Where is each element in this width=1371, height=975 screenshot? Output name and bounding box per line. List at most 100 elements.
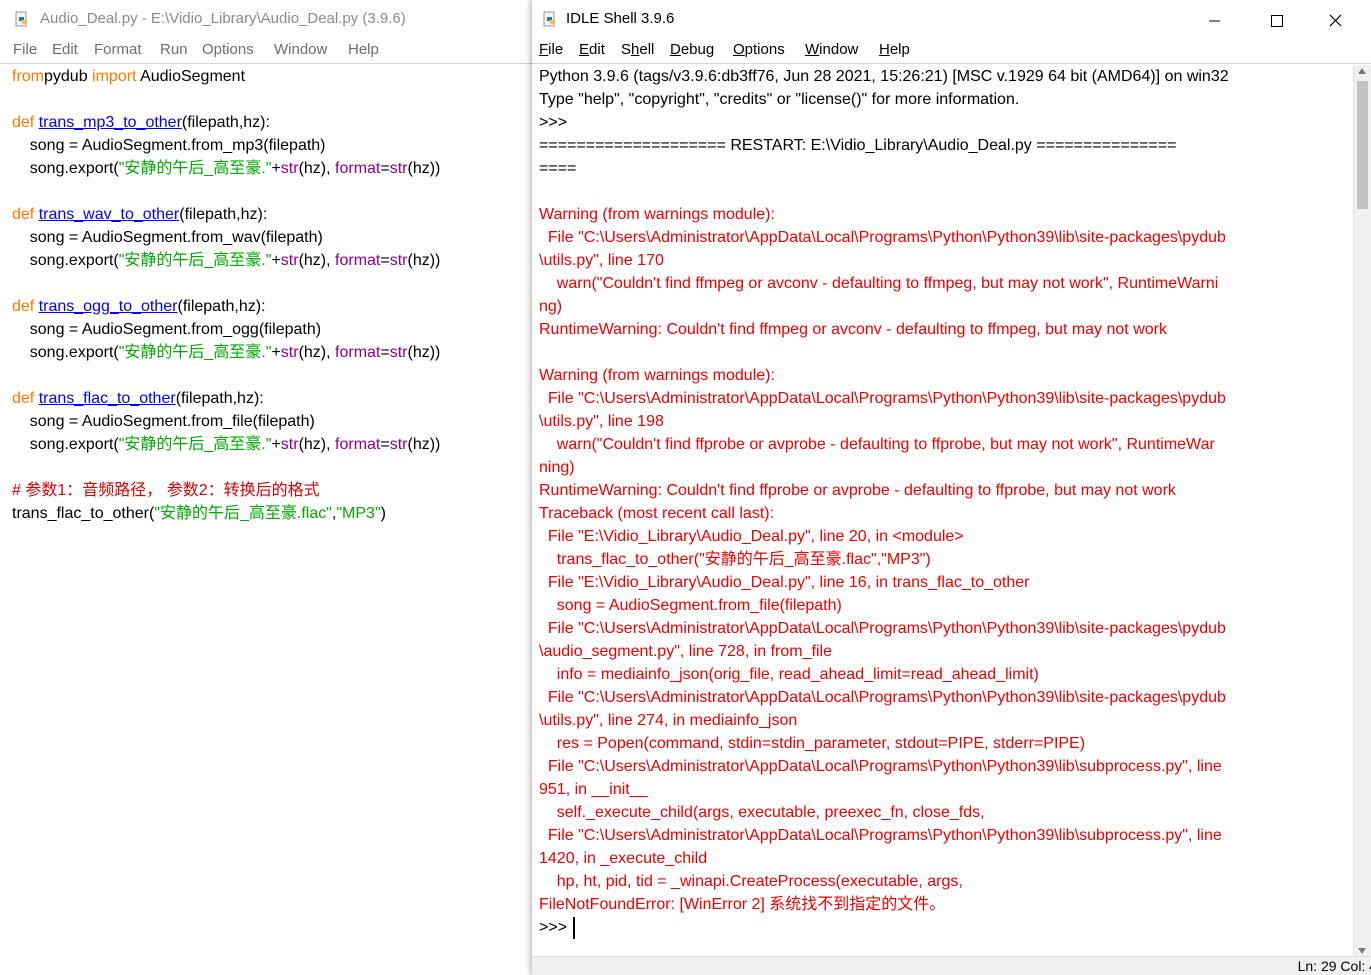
shell-output-area[interactable]: Python 3.9.6 (tags/v3.9.6:db3ff76, Jun 2… — [532, 65, 1353, 975]
editor-window: Audio_Deal.py - E:\Vidio_Library\Audio_D… — [0, 0, 533, 975]
code-token: (hz)) — [407, 436, 441, 453]
editor-menu-edit[interactable]: Edit — [52, 41, 78, 58]
code-token: format — [335, 160, 381, 177]
error-line: Warning (from warnings module): — [539, 367, 775, 384]
shell-menu-separator — [532, 63, 1371, 64]
code-token: (hz)) — [407, 252, 441, 269]
shell-titlebar[interactable]: IDLE Shell 3.9.6 — [532, 0, 1371, 40]
error-line: res = Popen(command, stdin=stdin_paramet… — [539, 735, 1086, 752]
code-token: trans_wav_to_other — [38, 206, 180, 223]
code-token: = — [380, 436, 390, 453]
code-token: def — [12, 298, 35, 315]
shell-menu-window[interactable]: Window — [805, 41, 858, 58]
editor-menubar: File Edit Format Run Options Window Help — [0, 40, 532, 62]
code-line: # 参数1：音频路径， 参数2：转换后的格式 — [12, 479, 320, 502]
error-line: ning) — [539, 459, 575, 476]
python-file-icon — [15, 11, 27, 27]
error-line: \utils.py", line 198 — [539, 413, 664, 430]
code-token: str — [389, 160, 408, 177]
shell-window: IDLE Shell 3.9.6 File Edit Shell Debug O… — [532, 0, 1371, 975]
shell-menubar: File Edit Shell Debug Options Window Hel… — [532, 40, 1371, 62]
error-line: warn("Couldn't find ffmpeg or avconv - d… — [539, 275, 1219, 292]
code-token: = — [380, 344, 390, 361]
error-line: RuntimeWarning: Couldn't find ffmpeg or … — [539, 321, 1167, 338]
code-token: import — [92, 68, 137, 85]
code-token: str — [280, 436, 299, 453]
code-token: song = AudioSegment.from_file(filepath) — [12, 413, 315, 430]
error-line: info = mediainfo_json(orig_file, read_ah… — [539, 666, 1039, 683]
code-token: + — [271, 160, 281, 177]
output-line: ==== — [539, 160, 577, 177]
scrollbar-thumb[interactable] — [1357, 81, 1368, 209]
editor-menu-file[interactable]: File — [13, 41, 37, 58]
shell-menu-file[interactable]: File — [539, 41, 563, 58]
shell-menu-file-key: F — [539, 41, 549, 58]
code-token: (filepath,hz): — [175, 390, 264, 407]
code-line: def trans_ogg_to_other(filepath,hz): — [12, 295, 266, 318]
error-line: warn("Couldn't find ffprobe or avprobe -… — [539, 436, 1215, 453]
code-line: trans_flac_to_other("安静的午后_高至豪.flac","MP… — [12, 502, 386, 525]
shell-menu-debug-key: D — [670, 41, 681, 58]
code-token: (filepath,hz): — [181, 114, 270, 131]
scroll-up-icon[interactable] — [1358, 68, 1366, 74]
code-token: + — [271, 252, 281, 269]
editor-menu-separator — [0, 63, 532, 64]
shell-menu-help[interactable]: Help — [879, 41, 910, 58]
close-icon[interactable] — [1312, 6, 1358, 36]
error-line: ng) — [539, 298, 563, 315]
code-line: song.export("安静的午后_高至豪."+str(hz), format… — [12, 433, 441, 456]
code-token: (hz), — [298, 160, 336, 177]
error-line: File "E:\Vidio_Library\Audio_Deal.py", l… — [539, 528, 964, 545]
code-token: song = AudioSegment.from_wav(filepath) — [12, 229, 323, 246]
editor-menu-window[interactable]: Window — [274, 41, 327, 58]
maximize-icon[interactable] — [1253, 6, 1299, 36]
code-token: str — [389, 436, 408, 453]
error-line: Traceback (most recent call last): — [539, 505, 775, 522]
code-token: song = AudioSegment.from_mp3(filepath) — [12, 137, 326, 154]
code-line: frompydub import AudioSegment — [12, 65, 245, 88]
code-line: song = AudioSegment.from_ogg(filepath) — [12, 318, 321, 341]
shell-statusbar: Ln: 29 Col: 4 — [532, 956, 1371, 975]
editor-menu-format[interactable]: Format — [94, 41, 142, 58]
code-token: "安静的午后_高至豪." — [118, 252, 272, 269]
shell-menu-options[interactable]: Options — [733, 41, 785, 58]
code-token: (hz), — [298, 252, 336, 269]
error-line: File "E:\Vidio_Library\Audio_Deal.py", l… — [539, 574, 1030, 591]
shell-prompt[interactable]: >>> — [539, 916, 576, 939]
code-line: def trans_mp3_to_other(filepath,hz): — [12, 111, 270, 134]
code-token: format — [335, 252, 381, 269]
code-token: song = AudioSegment.from_ogg(filepath) — [12, 321, 322, 338]
shell-menu-edit[interactable]: Edit — [579, 41, 605, 58]
scroll-down-icon[interactable] — [1358, 948, 1366, 954]
python-file-icon — [543, 11, 555, 27]
text-cursor — [573, 916, 576, 939]
shell-menu-edit-key: E — [579, 41, 590, 58]
code-token: song.export( — [12, 160, 119, 177]
code-token: song.export( — [12, 436, 119, 453]
code-line: song = AudioSegment.from_wav(filepath) — [12, 226, 323, 249]
shell-menu-window-key: W — [805, 41, 820, 58]
code-token: + — [271, 344, 281, 361]
code-line: song.export("安静的午后_高至豪."+str(hz), format… — [12, 157, 441, 180]
editor-menu-options[interactable]: Options — [202, 41, 254, 58]
code-token: trans_ogg_to_other — [38, 298, 178, 315]
code-token: str — [389, 344, 408, 361]
code-token: (hz)) — [407, 344, 441, 361]
code-token: ) — [380, 505, 386, 522]
editor-titlebar[interactable]: Audio_Deal.py - E:\Vidio_Library\Audio_D… — [0, 0, 532, 40]
minimize-icon[interactable] — [1191, 6, 1237, 36]
code-token: "安静的午后_高至豪." — [118, 344, 272, 361]
error-line: RuntimeWarning: Couldn't find ffprobe or… — [539, 482, 1176, 499]
editor-menu-run[interactable]: Run — [160, 41, 188, 58]
shell-menu-debug[interactable]: Debug — [670, 41, 714, 58]
editor-menu-help[interactable]: Help — [348, 41, 379, 58]
shell-scrollbar[interactable] — [1353, 65, 1371, 957]
shell-menu-help-key: H — [879, 41, 890, 58]
editor-code-area[interactable]: frompydub import AudioSegment def trans_m… — [0, 65, 532, 975]
shell-menu-shell[interactable]: Shell — [621, 41, 654, 58]
code-token: str — [280, 160, 299, 177]
error-line: 1420, in _execute_child — [539, 850, 708, 867]
code-token: def — [12, 206, 35, 223]
error-line: File "C:\Users\Administrator\AppData\Loc… — [539, 620, 1226, 637]
error-line: FileNotFoundError: [WinError 2] 系统找不到指定的… — [539, 896, 946, 913]
